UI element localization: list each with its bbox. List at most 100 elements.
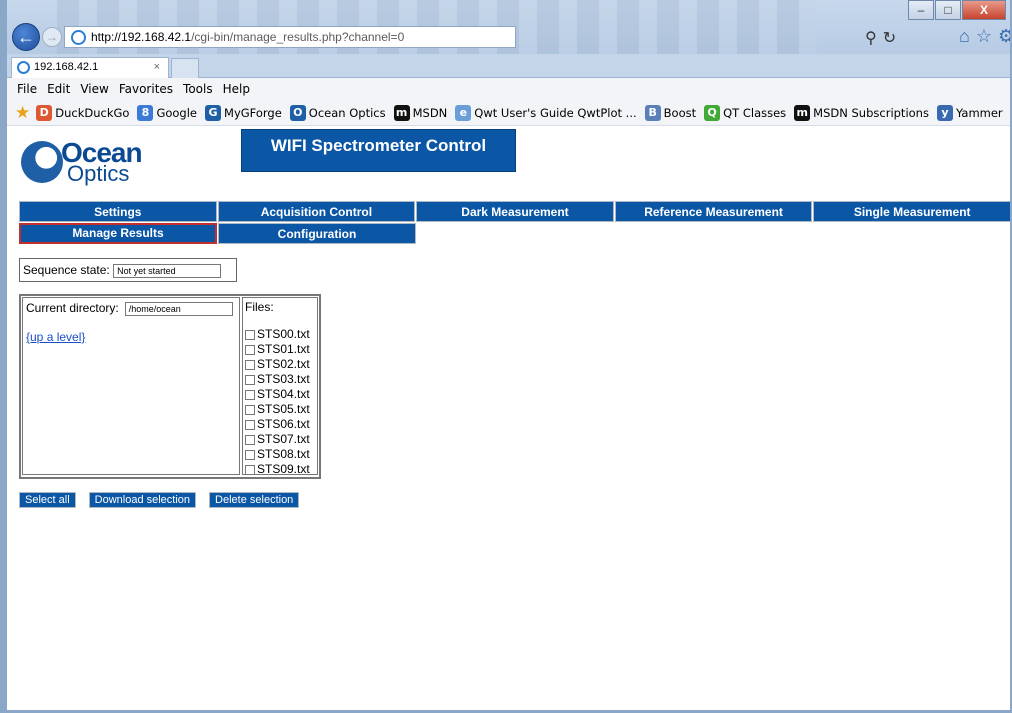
address-bar[interactable]: http://192.168.42.1/cgi-bin/manage_resul… [64, 26, 516, 48]
maximize-button[interactable]: □ [935, 0, 961, 20]
file-checkbox[interactable] [245, 329, 255, 340]
file-checkbox[interactable] [245, 404, 255, 415]
favorite-link-yammer[interactable]: y Yammer [936, 104, 1003, 121]
menu-bar: File Edit View Favorites Tools Help [7, 78, 1010, 100]
file-item[interactable]: STS07.txt [245, 432, 315, 447]
browser-tab[interactable]: 192.168.42.1 × [11, 57, 169, 78]
file-checkbox[interactable] [245, 449, 255, 460]
file-checkbox[interactable] [245, 434, 255, 445]
favorite-link-msdn-subscriptions[interactable]: m MSDN Subscriptions [794, 104, 929, 121]
favorite-link-boost[interactable]: B Boost [644, 104, 696, 121]
menu-favorites[interactable]: Favorites [119, 82, 173, 96]
browser-window: ← → http://192.168.42.1/cgi-bin/manage_r… [0, 0, 1012, 713]
nav-dark-measurement[interactable]: Dark Measurement [416, 201, 614, 222]
menu-tools[interactable]: Tools [183, 82, 213, 96]
back-arrow-icon[interactable]: ← [12, 23, 40, 51]
favorite-label: DuckDuckGo [55, 105, 130, 120]
file-checkbox[interactable] [245, 389, 255, 400]
forward-arrow-icon[interactable]: → [42, 27, 62, 47]
menu-edit[interactable]: Edit [47, 82, 70, 96]
nav-configuration[interactable]: Configuration [218, 223, 416, 244]
yammer-icon: y [936, 104, 953, 121]
favorite-link-duckduckgo[interactable]: D DuckDuckGo [36, 104, 130, 121]
nav-single-measurement[interactable]: Single Measurement [813, 201, 1010, 222]
boost-icon: B [644, 104, 661, 121]
file-item[interactable]: STS08.txt [245, 447, 315, 462]
files-label: Files: [245, 300, 274, 314]
current-directory-value: /home/ocean [124, 302, 233, 316]
favorite-label: MyGForge [224, 105, 282, 120]
nav-row-1: Settings Acquisition Control Dark Measur… [19, 201, 1010, 222]
window-controls: – □ X [907, 0, 1006, 22]
favorite-label: QT Classes [723, 105, 787, 120]
file-item[interactable]: STS06.txt [245, 417, 315, 432]
sequence-state-label: Sequence state: [23, 263, 110, 277]
current-directory-label: Current directory: [26, 301, 119, 315]
up-a-level-link[interactable]: {up a level} [26, 330, 236, 344]
close-window-button[interactable]: X [962, 0, 1006, 20]
menu-help[interactable]: Help [223, 82, 250, 96]
search-refresh-icons[interactable]: ⚲↻ [865, 28, 902, 48]
download-selection-button[interactable]: Download selection [88, 492, 197, 508]
tab-row: 192.168.42.1 × [7, 54, 1010, 78]
minimize-button[interactable]: – [908, 0, 934, 20]
url-host: http://192.168.42.1 [91, 30, 192, 44]
file-name: STS03.txt [257, 372, 310, 386]
ocean-optics-icon: O [289, 104, 306, 121]
url-path: /cgi-bin/manage_results.php?channel=0 [191, 30, 405, 44]
search-icon[interactable]: ⚲ [865, 30, 883, 47]
favorites-star-icon[interactable]: ★ [15, 103, 30, 123]
favorite-link-qwt[interactable]: e Qwt User's Guide QwtPlot ... [455, 104, 637, 121]
select-all-button[interactable]: Select all [19, 492, 76, 508]
file-item[interactable]: STS01.txt [245, 342, 315, 357]
ocean-optics-logo: Ocean Optics [21, 137, 171, 187]
file-item[interactable]: STS04.txt [245, 387, 315, 402]
file-name: STS02.txt [257, 357, 310, 371]
favorite-link-mygforge[interactable]: G MyGForge [205, 104, 282, 121]
title-bar: ← → http://192.168.42.1/cgi-bin/manage_r… [7, 0, 1010, 54]
nav-settings[interactable]: Settings [19, 201, 217, 222]
file-name: STS04.txt [257, 387, 310, 401]
file-item[interactable]: STS00.txt [245, 327, 315, 342]
toolbar-icons[interactable]: ⌂☆⚙ [959, 26, 1010, 47]
file-name: STS01.txt [257, 342, 310, 356]
file-item[interactable]: STS09.txt [245, 462, 315, 477]
sequence-state-value: Not yet started [113, 263, 222, 278]
favorite-link-msdn[interactable]: m MSDN [393, 104, 448, 121]
ie-logo-icon [71, 30, 86, 45]
file-checkbox[interactable] [245, 374, 255, 385]
nav-acquisition-control[interactable]: Acquisition Control [217, 201, 416, 222]
delete-selection-button[interactable]: Delete selection [209, 492, 300, 508]
home-icon[interactable]: ⌂ [959, 26, 976, 46]
duckduckgo-icon: D [36, 104, 53, 121]
new-tab-button[interactable] [171, 58, 199, 78]
favorite-link-ocean-optics[interactable]: O Ocean Optics [289, 104, 386, 121]
file-checkbox[interactable] [245, 359, 255, 370]
favorite-label: MSDN Subscriptions [813, 105, 929, 120]
favorite-link-qt-classes[interactable]: Q QT Classes [704, 104, 787, 121]
tab-close-icon[interactable]: × [154, 58, 160, 77]
file-name: STS07.txt [257, 432, 310, 446]
refresh-icon[interactable]: ↻ [883, 30, 902, 47]
menu-file[interactable]: File [17, 82, 37, 96]
file-checkbox[interactable] [245, 419, 255, 430]
gear-icon[interactable]: ⚙ [998, 26, 1010, 46]
nav-row-2: Manage Results Configuration [19, 223, 1010, 244]
file-browser: Current directory: /home/ocean {up a leve… [19, 294, 321, 479]
favorite-label: MSDN [412, 105, 448, 120]
file-item[interactable]: STS03.txt [245, 372, 315, 387]
nav-manage-results[interactable]: Manage Results [19, 223, 217, 244]
page-title: WIFI Spectrometer Control [241, 129, 516, 172]
favorites-star-icon[interactable]: ☆ [976, 26, 998, 46]
file-checkbox[interactable] [245, 464, 255, 475]
nav-reference-measurement[interactable]: Reference Measurement [614, 201, 813, 222]
ocean-optics-logo-icon [21, 141, 63, 183]
favorite-link-google[interactable]: 8 Google [137, 104, 197, 121]
web-page: Ocean Optics WIFI Spectrometer Control S… [7, 127, 1010, 710]
menu-view[interactable]: View [80, 82, 108, 96]
ie-tab-icon [17, 61, 30, 74]
file-item[interactable]: STS02.txt [245, 357, 315, 372]
qt-icon: Q [704, 104, 721, 121]
file-item[interactable]: STS05.txt [245, 402, 315, 417]
file-checkbox[interactable] [245, 344, 255, 355]
